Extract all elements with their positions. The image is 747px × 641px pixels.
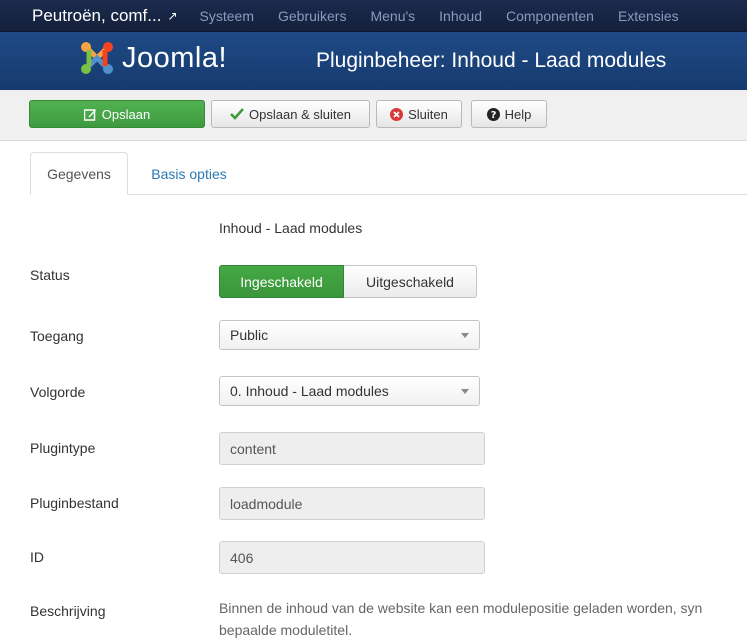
tab-gegevens[interactable]: Gegevens	[30, 152, 128, 195]
save-button[interactable]: Opslaan	[29, 100, 205, 128]
pluginfile-label: Pluginbestand	[30, 495, 119, 511]
svg-text:?: ?	[490, 110, 496, 121]
nav-item-gebruikers[interactable]: Gebruikers	[278, 8, 346, 24]
chevron-down-icon	[461, 333, 469, 338]
nav-item-systeem[interactable]: Systeem	[200, 8, 254, 24]
save-close-button[interactable]: Opslaan & sluiten	[211, 100, 370, 128]
nav-item-componenten[interactable]: Componenten	[506, 8, 594, 24]
ordering-value: 0. Inhoud - Laad modules	[230, 383, 389, 399]
chevron-down-icon	[461, 389, 469, 394]
plugintype-field: content	[219, 432, 485, 465]
status-disabled-button[interactable]: Uitgeschakeld	[344, 265, 477, 298]
status-label: Status	[30, 267, 70, 283]
nav-item-inhoud[interactable]: Inhoud	[439, 8, 482, 24]
tab-bar: Gegevens Basis opties	[0, 151, 747, 195]
access-value: Public	[230, 327, 269, 343]
status-enabled-button[interactable]: Ingeschakeld	[219, 265, 344, 298]
save-close-label: Opslaan & sluiten	[249, 106, 351, 122]
logo-text: Joomla!	[122, 41, 228, 74]
plugin-name: Inhoud - Laad modules	[219, 220, 363, 236]
close-label: Sluiten	[408, 106, 448, 122]
nav-item-menus[interactable]: Menu's	[370, 8, 415, 24]
toolbar: Opslaan Opslaan & sluiten Sluiten ? Help	[0, 90, 747, 141]
help-button[interactable]: ? Help	[471, 100, 547, 128]
joomla-logo-icon	[81, 42, 113, 74]
nav-item-extensies[interactable]: Extensies	[618, 8, 679, 24]
access-label: Toegang	[30, 328, 84, 344]
page-header: Joomla! Pluginbeheer: Inhoud - Laad modu…	[0, 32, 747, 90]
site-link[interactable]: Peutroën, comf... ↗	[32, 6, 178, 26]
page-title: Pluginbeheer: Inhoud - Laad modules	[316, 49, 667, 72]
close-button[interactable]: Sluiten	[376, 100, 462, 128]
edit-icon	[83, 108, 97, 121]
save-label: Opslaan	[101, 106, 151, 122]
external-link-icon: ↗	[167, 8, 178, 23]
checkmark-icon	[230, 108, 244, 120]
tab-basis-opties[interactable]: Basis opties	[133, 152, 245, 195]
ordering-select[interactable]: 0. Inhoud - Laad modules	[219, 376, 480, 406]
status-toggle: Ingeschakeld Uitgeschakeld	[219, 265, 477, 298]
description-line-1: Binnen de inhoud van de website kan een …	[219, 600, 703, 616]
top-navbar: Peutroën, comf... ↗ Systeem Gebruikers M…	[0, 0, 747, 32]
joomla-logo[interactable]: Joomla!	[78, 39, 227, 77]
site-name: Peutroën, comf...	[32, 5, 162, 25]
description-text: Binnen de inhoud van de website kan een …	[219, 597, 747, 641]
id-label: ID	[30, 549, 44, 565]
help-label: Help	[504, 106, 532, 122]
id-field: 406	[219, 541, 485, 574]
pluginfile-field: loadmodule	[219, 487, 485, 520]
plugintype-label: Plugintype	[30, 440, 96, 456]
description-label: Beschrijving	[30, 603, 106, 619]
description-line-2: bepaalde moduletitel.	[219, 622, 353, 638]
cancel-icon	[390, 107, 404, 121]
question-icon: ?	[486, 107, 500, 121]
ordering-label: Volgorde	[30, 384, 86, 400]
access-select[interactable]: Public	[219, 320, 480, 350]
